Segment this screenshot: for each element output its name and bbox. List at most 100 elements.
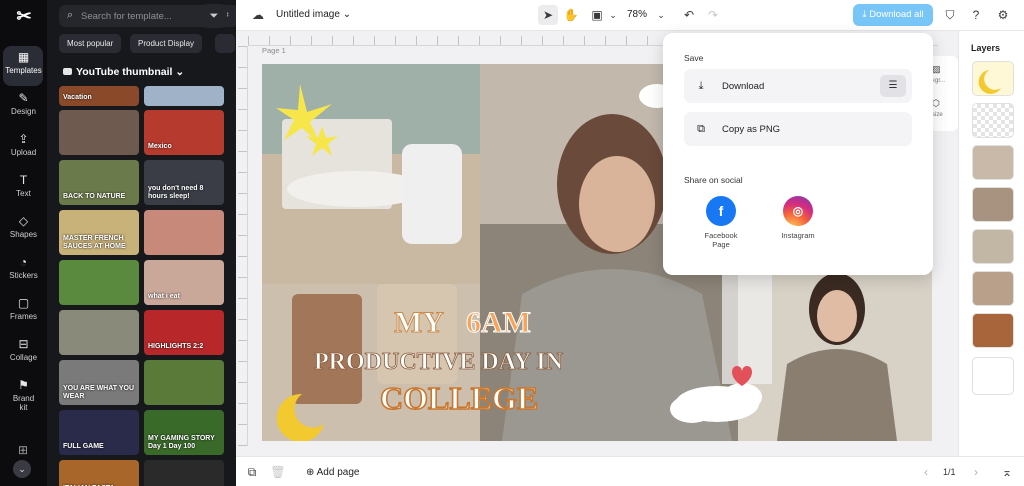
layers-copy-icon[interactable]: ⧉ <box>244 464 260 480</box>
template-thumbnail[interactable]: Mexico <box>144 110 224 155</box>
rail-item-design[interactable]: ✎ Design <box>0 91 47 131</box>
layer-photo-4[interactable] <box>972 271 1014 306</box>
zoom-level[interactable]: 78% <box>627 9 647 20</box>
undo-icon[interactable]: ↶ <box>681 7 697 23</box>
template-thumbnail[interactable]: MASTER FRENCH SAUCES AT HOME <box>59 210 139 255</box>
copy-png-label: Copy as PNG <box>722 124 781 135</box>
resize-icon[interactable]: ⬡ <box>932 98 940 109</box>
rail-label: Design <box>11 107 36 116</box>
chip-product-display[interactable]: Product Display <box>130 34 203 53</box>
template-thumbnail[interactable]: BACK TO NATURE <box>59 160 139 205</box>
rail-item-text[interactable]: T Text <box>0 173 47 213</box>
headline-6am[interactable]: 6AM <box>466 306 532 340</box>
shield-icon[interactable]: ⛉ <box>942 7 958 23</box>
instagram-share[interactable]: ◎ Instagram <box>768 196 828 240</box>
rail-item-frames[interactable]: ▢ Frames <box>0 296 47 336</box>
rail-item-brand[interactable]: ⚑ Brand kit <box>0 378 47 418</box>
apps-grid-icon[interactable]: ⊞ <box>15 443 31 457</box>
layers-title: Layers <box>971 43 1001 53</box>
layer-photo-5[interactable] <box>972 313 1014 348</box>
ruler-vertical <box>238 46 248 446</box>
youtube-icon <box>63 68 72 75</box>
rail-item-collage[interactable]: ⊟ Collage <box>0 337 47 377</box>
download-settings-icon[interactable]: ☰ <box>880 75 906 97</box>
template-thumbnail[interactable] <box>144 210 224 255</box>
next-page-icon[interactable]: › <box>968 464 984 480</box>
size-label: size <box>932 112 943 118</box>
hand-pan-icon[interactable]: ✋ <box>563 7 579 23</box>
add-page-button[interactable]: ⊕ Add page <box>306 467 359 478</box>
prev-page-icon[interactable]: ‹ <box>918 464 934 480</box>
headline-my[interactable]: MY <box>394 306 445 340</box>
rail-item-upload[interactable]: ⇪ Upload <box>0 132 47 172</box>
category-dropdown[interactable]: YouTube thumbnail ⌄ <box>63 66 184 78</box>
cloud-icon[interactable]: ☁ <box>250 7 266 23</box>
collapse-icon[interactable]: ⌅ <box>999 464 1015 480</box>
search-input[interactable] <box>81 8 176 24</box>
add-page-label: Add page <box>316 467 360 478</box>
template-thumbnail-text: HIGHLIGHTS 2:2 <box>148 343 204 350</box>
stickers-icon: ◔ <box>19 255 28 269</box>
layer-photo-2[interactable] <box>972 187 1014 222</box>
filter-button[interactable]: ⏷ <box>201 4 227 28</box>
template-thumbnail-text: you don't need 8 hours sleep! <box>148 185 204 200</box>
chip-more[interactable] <box>215 34 235 53</box>
headline-college[interactable]: COLLEGE <box>379 379 539 417</box>
resize-icon[interactable]: ▣ <box>589 7 605 23</box>
bg-icon[interactable]: ▨ <box>932 64 941 75</box>
layer-photo-3[interactable] <box>972 229 1014 264</box>
template-thumbnail[interactable]: you don't need 8 hours sleep! <box>144 160 224 205</box>
template-thumbnail[interactable]: ITALIAN PASTA RECIPE <box>59 460 139 486</box>
layers-panel: Layers <box>958 31 1024 456</box>
template-thumbnail-text: Vacation <box>63 94 92 101</box>
template-thumbnail[interactable]: LIFE CHANGING <box>144 460 224 486</box>
bg-label: kgr... <box>932 78 946 84</box>
collage-icon: ⊟ <box>18 337 29 351</box>
template-thumbnail[interactable]: HIGHLIGHTS 2:2 <box>144 310 224 355</box>
copy-png-option[interactable]: ⧉ Copy as PNG <box>684 112 912 146</box>
chip-most-popular[interactable]: Most popular <box>59 34 122 53</box>
facebook-share[interactable]: f Facebook Page <box>691 196 751 249</box>
chevron-down-icon[interactable]: ⌄ <box>605 7 621 23</box>
trash-icon[interactable]: 🗑 <box>270 464 286 480</box>
download-all-button[interactable]: ⤓ Download all <box>853 4 933 26</box>
template-thumbnail[interactable] <box>59 110 139 155</box>
headline-productive[interactable]: PRODUCTIVE DAY IN <box>314 349 564 376</box>
help-icon[interactable]: ? <box>968 7 984 23</box>
download-option[interactable]: ⤓ Download ☰ <box>684 69 912 103</box>
rail-item-shapes[interactable]: ◇ Shapes <box>0 214 47 254</box>
rail-item-stickers[interactable]: ◔ Stickers <box>0 255 47 295</box>
layer-photo-1[interactable] <box>972 145 1014 180</box>
template-thumbnail[interactable] <box>144 360 224 405</box>
redo-icon[interactable]: ↷ <box>705 7 721 23</box>
layer-background[interactable] <box>972 357 1014 395</box>
title-text: Untitled image <box>276 9 340 20</box>
rail-item-templates[interactable]: ▦ Templates <box>0 46 47 90</box>
chevron-down-icon[interactable]: ⌄ <box>13 460 31 478</box>
template-thumbnail[interactable] <box>59 260 139 305</box>
settings-gear-icon[interactable]: ⚙ <box>995 7 1011 23</box>
page-counter: 1/1 <box>943 467 956 477</box>
top-bar: ☁ Untitled image ⌄ ➤ ✋ ▣ ⌄ 78% ⌄ ↶ ↷ ⤓ D… <box>236 0 1024 31</box>
template-thumbnail-text: Mexico <box>148 143 172 150</box>
template-thumbnail[interactable]: Vacation <box>59 86 139 106</box>
template-thumbnail[interactable] <box>144 86 224 106</box>
rail-label: Text <box>16 189 31 198</box>
template-thumbnail[interactable]: FULL GAME <box>59 410 139 455</box>
template-thumbnail[interactable]: what i eat <box>144 260 224 305</box>
save-heading: Save <box>684 53 704 63</box>
layer-transparent[interactable] <box>972 103 1014 138</box>
layer-moon[interactable] <box>972 61 1014 96</box>
capcut-logo-icon[interactable]: ✂ <box>14 6 34 26</box>
template-thumbnail[interactable] <box>59 310 139 355</box>
select-pointer-icon[interactable]: ➤ <box>538 5 558 25</box>
template-thumbnail[interactable]: MY GAMING STORY Day 1 Day 100 <box>144 410 224 455</box>
search-icon: ⌕ <box>67 9 74 21</box>
facebook-label-line2: Page <box>712 240 730 249</box>
share-heading: Share on social <box>684 175 743 185</box>
document-title[interactable]: Untitled image ⌄ <box>276 9 351 20</box>
zoom-chevron-icon[interactable]: ⌄ <box>653 7 669 23</box>
download-label: Download <box>722 81 765 92</box>
rail-label-2: kit <box>19 403 28 412</box>
template-thumbnail[interactable]: YOU ARE WHAT YOU WEAR <box>59 360 139 405</box>
